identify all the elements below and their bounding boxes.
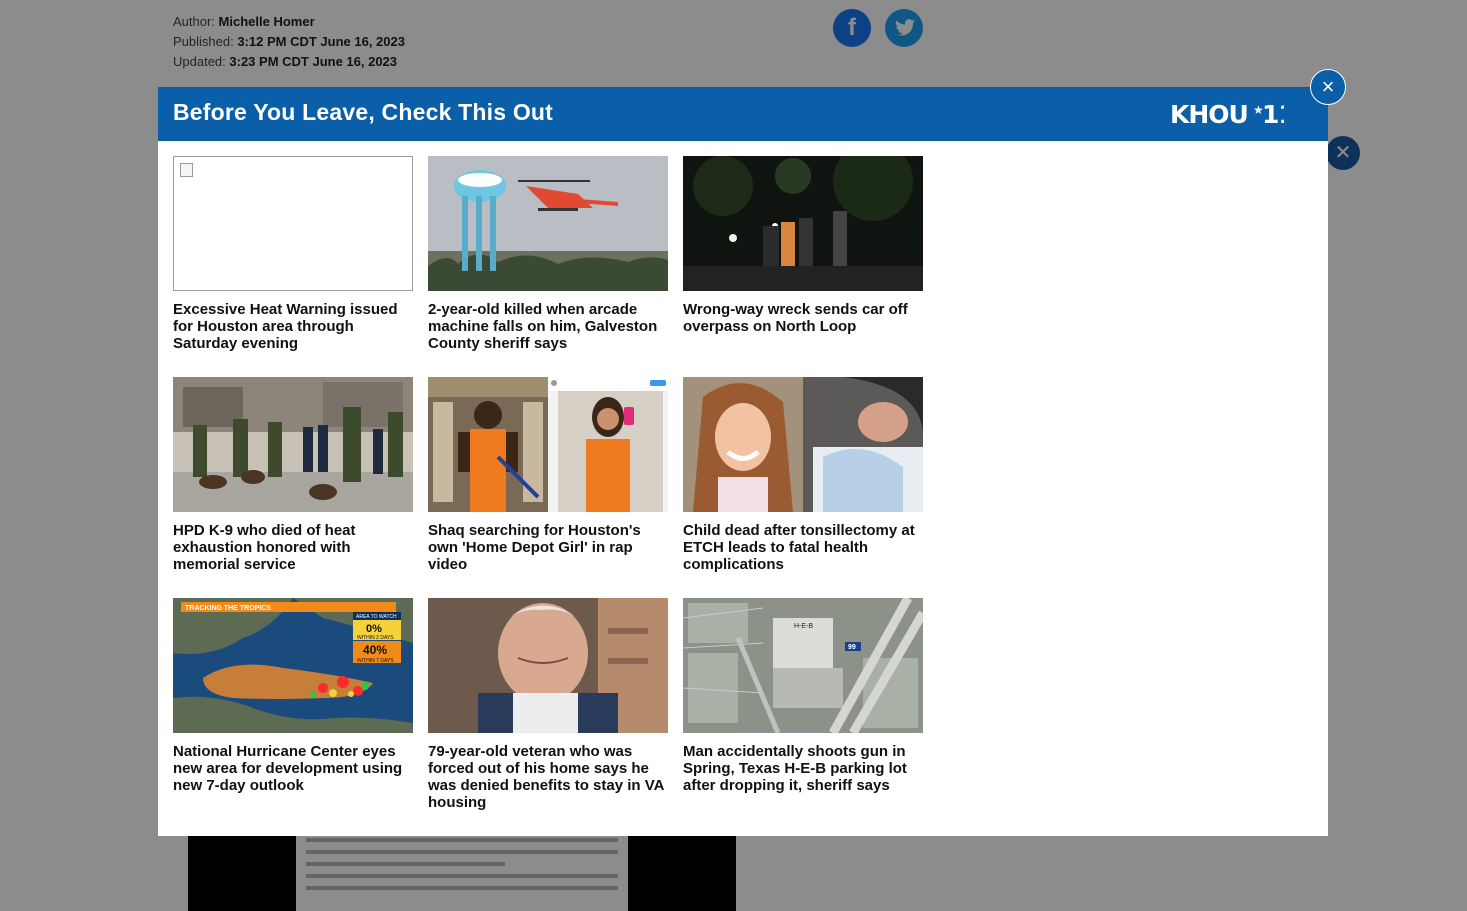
article-card[interactable]: HPD K-9 who died of heat exhaustion hono… bbox=[173, 377, 413, 573]
article-card[interactable]: 2-year-old killed when arcade machine fa… bbox=[428, 156, 668, 352]
close-modal-button[interactable]: × bbox=[1310, 69, 1346, 105]
article-thumbnail bbox=[683, 377, 923, 512]
khou-logo: KHOU ★ 11 bbox=[1170, 100, 1296, 135]
article-card[interactable]: H-E-B 99 Man accidentally shoots gun in … bbox=[683, 598, 923, 794]
article-thumbnail bbox=[428, 156, 668, 291]
article-headline[interactable]: Wrong-way wreck sends car off overpass o… bbox=[683, 301, 923, 335]
recommendation-modal: Before You Leave, Check This Out KHOU ★ … bbox=[158, 87, 1328, 836]
article-thumbnail bbox=[173, 377, 413, 512]
article-headline[interactable]: Excessive Heat Warning issued for Housto… bbox=[173, 301, 413, 352]
modal-title: Before You Leave, Check This Out bbox=[173, 99, 554, 125]
svg-text:WITHIN 2 DAYS: WITHIN 2 DAYS bbox=[357, 635, 394, 641]
article-headline[interactable]: Child dead after tonsillectomy at ETCH l… bbox=[683, 522, 923, 573]
article-thumbnail bbox=[428, 598, 668, 733]
article-headline[interactable]: Shaq searching for Houston's own 'Home D… bbox=[428, 522, 668, 573]
article-thumbnail bbox=[428, 377, 668, 512]
article-card[interactable]: Child dead after tonsillectomy at ETCH l… bbox=[683, 377, 923, 573]
svg-text:WITHIN 7 DAYS: WITHIN 7 DAYS bbox=[357, 658, 394, 664]
article-thumbnail bbox=[683, 156, 923, 291]
article-card[interactable]: Wrong-way wreck sends car off overpass o… bbox=[683, 156, 923, 335]
article-headline[interactable]: National Hurricane Center eyes new area … bbox=[173, 743, 413, 794]
svg-text:AREA TO WATCH: AREA TO WATCH bbox=[356, 614, 397, 620]
article-headline[interactable]: Man accidentally shoots gun in Spring, T… bbox=[683, 743, 923, 794]
svg-text:40%: 40% bbox=[363, 643, 387, 657]
svg-text:11: 11 bbox=[1262, 100, 1284, 128]
svg-text:99: 99 bbox=[848, 644, 856, 651]
broken-image-icon bbox=[173, 156, 413, 291]
article-headline[interactable]: 79-year-old veteran who was forced out o… bbox=[428, 743, 668, 811]
article-headline[interactable]: HPD K-9 who died of heat exhaustion hono… bbox=[173, 522, 413, 573]
svg-text:0%: 0% bbox=[366, 623, 382, 635]
article-card[interactable]: Shaq searching for Houston's own 'Home D… bbox=[428, 377, 668, 573]
tropics-banner: TRACKING THE TROPICS bbox=[185, 605, 271, 612]
article-card[interactable]: TRACKING THE TROPICS AREA TO WATCH 0% WI… bbox=[173, 598, 413, 794]
article-thumbnail: TRACKING THE TROPICS AREA TO WATCH 0% WI… bbox=[173, 598, 413, 733]
article-headline[interactable]: 2-year-old killed when arcade machine fa… bbox=[428, 301, 668, 352]
close-icon: × bbox=[1321, 74, 1335, 99]
modal-header: Before You Leave, Check This Out KHOU ★ … bbox=[158, 87, 1328, 141]
svg-text:H-E-B: H-E-B bbox=[794, 623, 813, 630]
article-thumbnail: H-E-B 99 bbox=[683, 598, 923, 733]
article-card[interactable]: 79-year-old veteran who was forced out o… bbox=[428, 598, 668, 811]
svg-text:KHOU: KHOU bbox=[1170, 100, 1248, 128]
article-card[interactable]: Excessive Heat Warning issued for Housto… bbox=[173, 156, 413, 352]
